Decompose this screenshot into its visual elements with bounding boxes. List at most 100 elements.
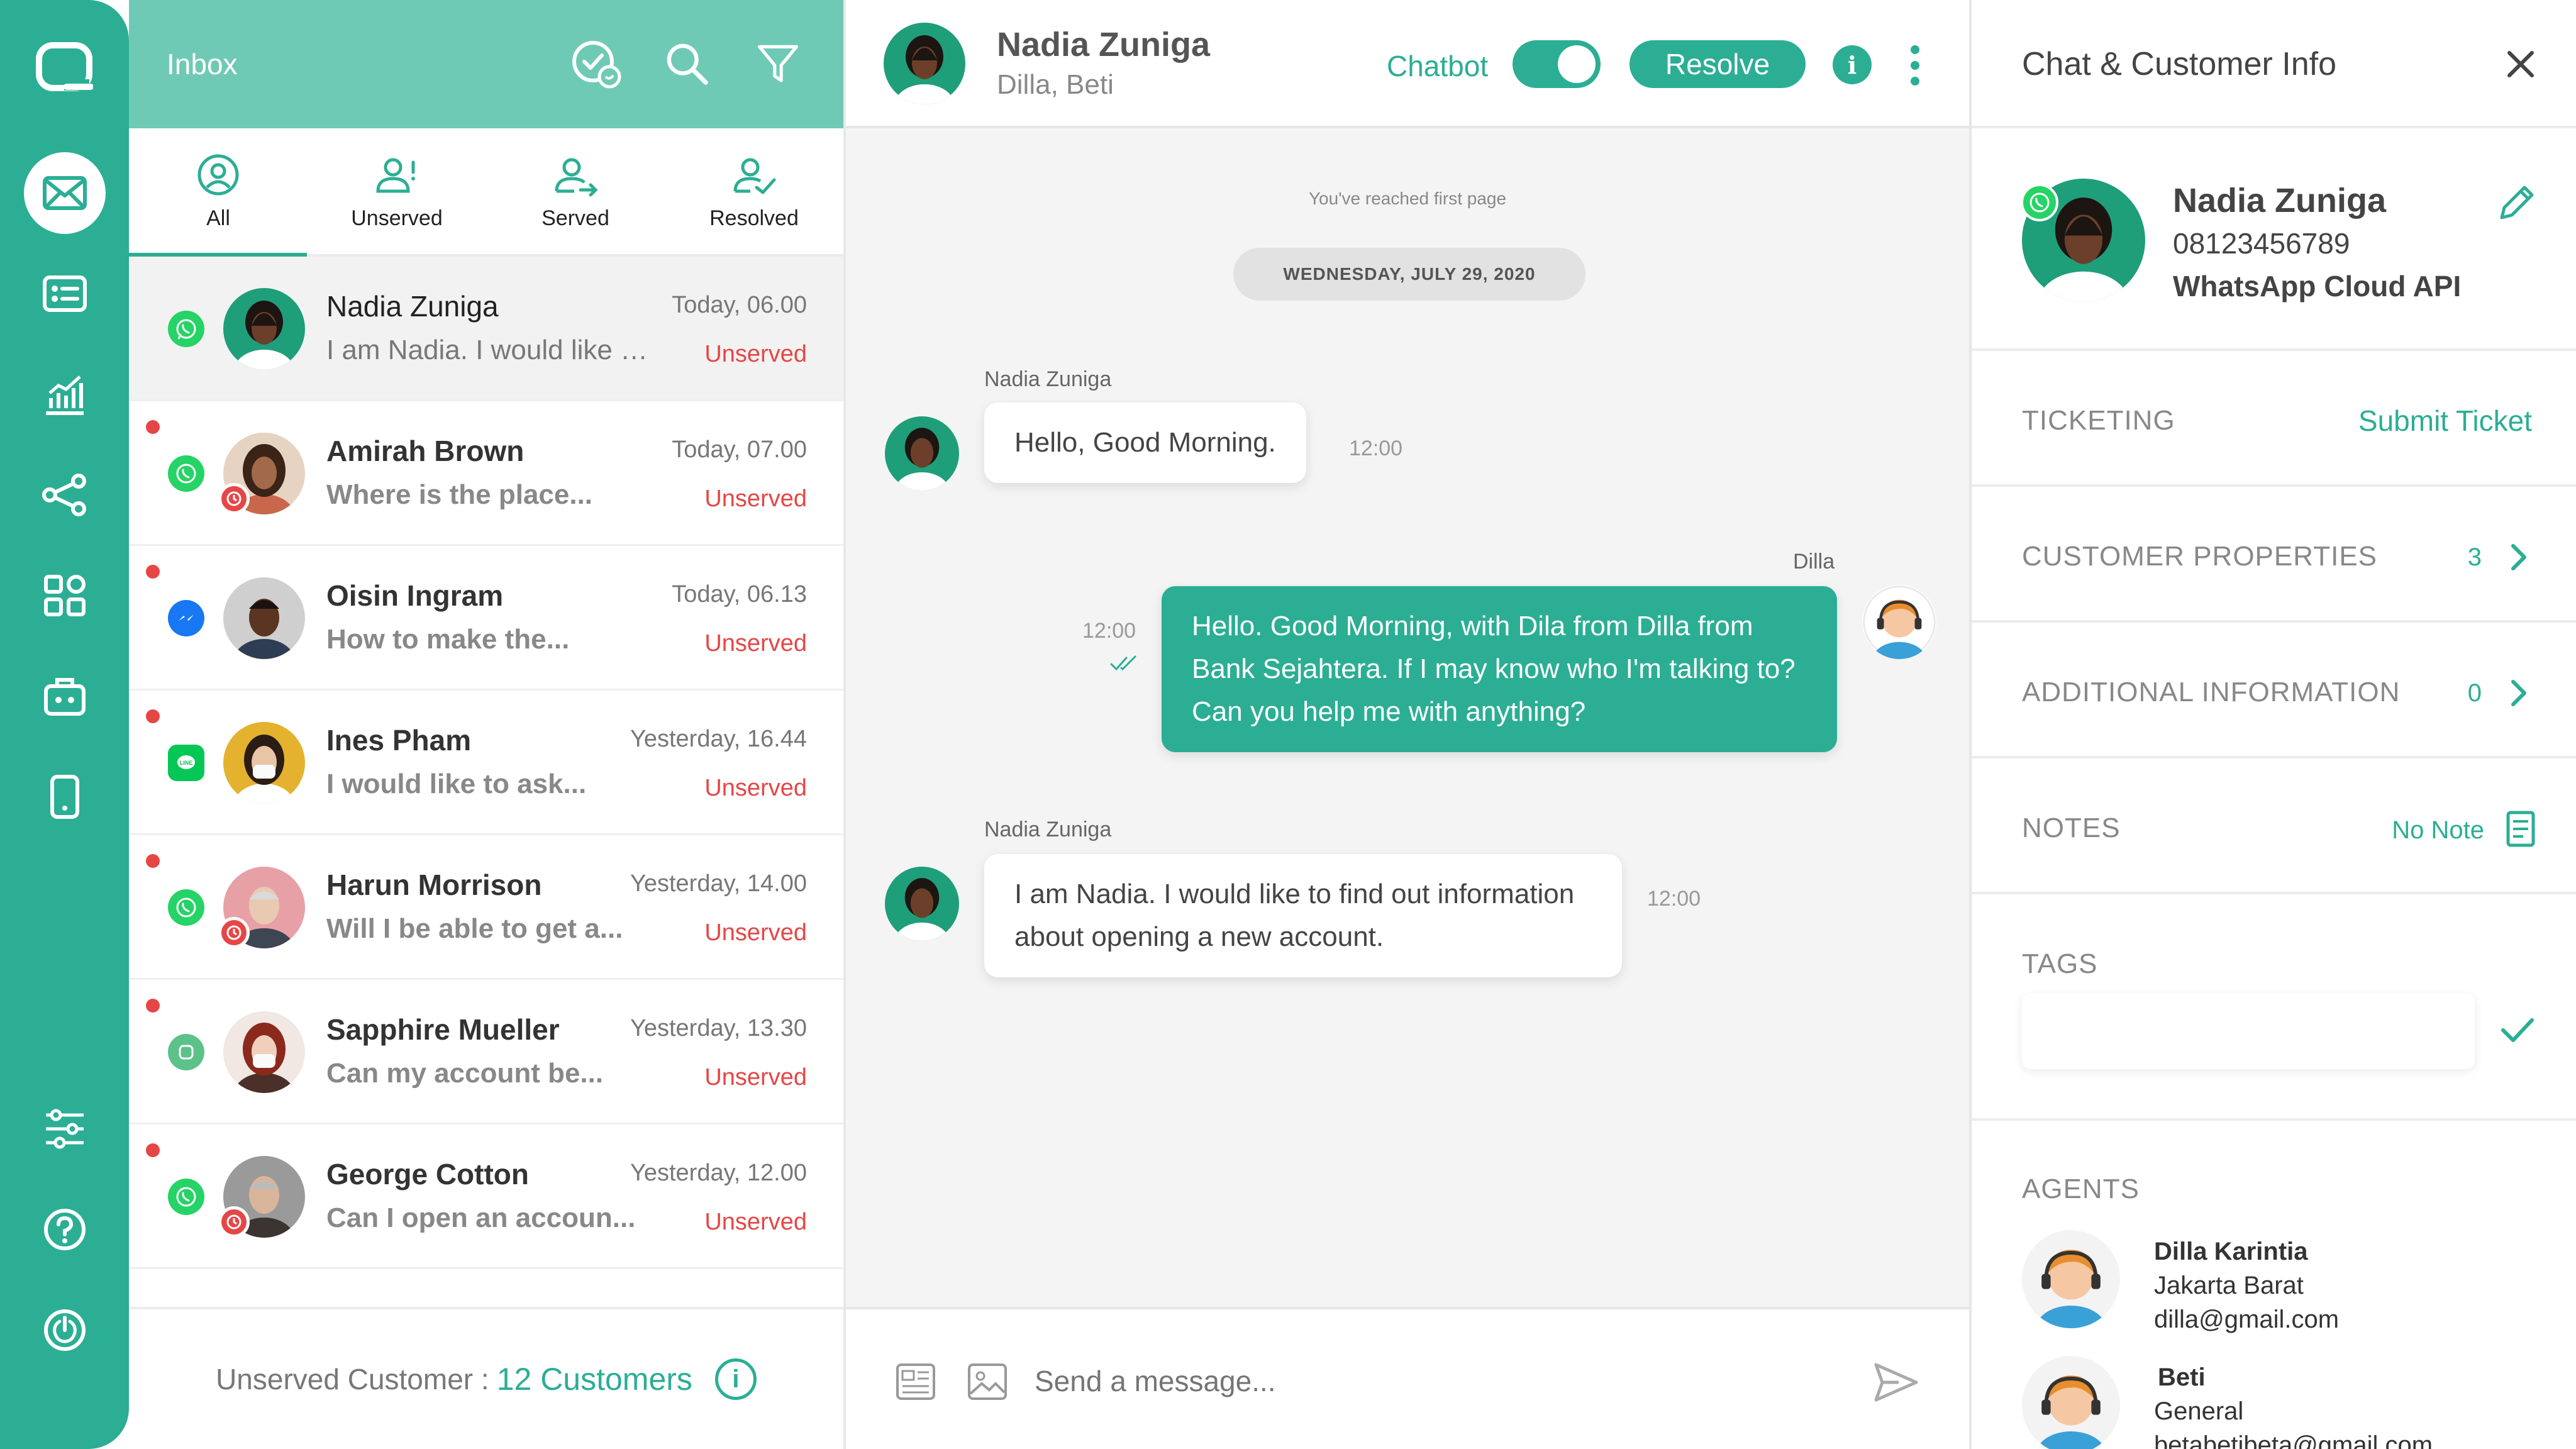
overdue-clock-icon — [218, 483, 250, 514]
message-composer — [846, 1307, 1969, 1449]
search-button[interactable] — [660, 36, 715, 92]
message-time: 12:00 — [1082, 619, 1136, 643]
edit-pencil-icon[interactable] — [2494, 181, 2538, 225]
nav-help[interactable] — [24, 1189, 106, 1270]
status-label: Unserved — [704, 630, 807, 657]
contact-name: George Cotton — [326, 1158, 529, 1191]
additional-info-row[interactable]: ADDITIONAL INFORMATION 0 — [1972, 623, 2576, 758]
message-preview: Can I open an accoun... — [326, 1202, 636, 1233]
nav-inbox[interactable] — [24, 152, 106, 234]
inbox-tabs: All Unserved Served Resolved — [129, 128, 843, 257]
unserved-count[interactable]: 12 Customers — [497, 1361, 692, 1397]
check-icon[interactable] — [2497, 1009, 2538, 1050]
nav-integrations[interactable] — [24, 454, 106, 536]
conversation-item[interactable]: Harun Morrison Yesterday, 14.00 Will I b… — [129, 835, 843, 980]
tab-unserved[interactable]: Unserved — [308, 128, 486, 254]
user-arrow-icon — [555, 158, 598, 196]
tab-label: Resolved — [709, 206, 799, 230]
filter-icon — [758, 45, 798, 82]
message-preview: I would like to ask... — [326, 769, 587, 799]
tags-input[interactable] — [2022, 994, 2475, 1069]
sender-avatar — [885, 416, 959, 491]
conversation-item[interactable]: Oisin Ingram Today, 06.13 How to make th… — [129, 546, 843, 691]
logo-icon[interactable] — [35, 42, 94, 94]
resolve-button[interactable]: Resolve — [1629, 40, 1806, 88]
nav-bot[interactable] — [24, 655, 106, 737]
chatbot-label: Chatbot — [1387, 50, 1489, 82]
agents-label: AGENTS — [2022, 1174, 2140, 1204]
contact-name: Oisin Ingram — [326, 579, 504, 612]
contact-avatar[interactable] — [884, 23, 965, 104]
incoming-message: Hello, Good Morning. — [984, 402, 1306, 483]
search-icon — [667, 43, 708, 85]
whatsapp-icon — [168, 1179, 204, 1215]
tags-row: TAGS — [1972, 894, 2576, 1121]
whatsapp-status-button[interactable] — [569, 36, 625, 92]
conversation-item[interactable]: George Cotton Yesterday, 12.00 Can I ope… — [129, 1124, 843, 1269]
tab-resolved[interactable]: Resolved — [665, 128, 843, 254]
conversation-item[interactable]: Amirah Brown Today, 07.00 Where is the p… — [129, 401, 843, 546]
contact-card-icon — [43, 275, 87, 312]
info-icon[interactable]: i — [714, 1358, 757, 1400]
main-nav-rail — [0, 0, 129, 1449]
image-attach-icon[interactable] — [965, 1360, 1009, 1404]
nav-settings[interactable] — [24, 1088, 106, 1170]
message-preview: How to make the... — [326, 624, 570, 655]
conversation-time: Yesterday, 14.00 — [630, 870, 807, 897]
chatbot-toggle[interactable] — [1513, 40, 1601, 88]
agent-card: Beti General betabetibeta@gmail.com — [2022, 1356, 2563, 1449]
submit-ticket-link[interactable]: Submit Ticket — [2358, 404, 2532, 438]
customer-info-panel: Chat & Customer Info Nadia Zuniga 081234… — [1972, 0, 2576, 1449]
agent-name: Dilla Karintia — [2154, 1238, 2308, 1265]
more-menu-icon[interactable] — [1909, 45, 1921, 86]
inbox-title: Inbox — [167, 48, 238, 80]
customer-properties-label: CUSTOMER PROPERTIES — [2022, 541, 2378, 572]
chevron-right-icon[interactable] — [2503, 540, 2534, 575]
avatar — [223, 288, 305, 370]
message-sender: Nadia Zuniga — [984, 818, 1112, 841]
message-input[interactable] — [1035, 1355, 1789, 1407]
additional-info-label: ADDITIONAL INFORMATION — [2022, 677, 2401, 708]
tab-served[interactable]: Served — [486, 128, 665, 254]
customer-properties-count: 3 — [2467, 543, 2482, 571]
message-sender: Dilla — [1793, 550, 1835, 574]
chevron-right-icon[interactable] — [2503, 675, 2534, 711]
agent-location: General — [2154, 1397, 2244, 1425]
inbox-header: Inbox — [129, 0, 843, 128]
info-icon[interactable]: i — [1833, 45, 1872, 84]
unread-dot — [146, 420, 160, 434]
tab-all[interactable]: All — [129, 128, 308, 254]
message-preview: Will I be able to get a... — [326, 913, 623, 944]
nav-logout[interactable] — [24, 1289, 106, 1371]
nav-analytics[interactable] — [24, 353, 106, 435]
note-document-icon[interactable] — [2503, 809, 2538, 849]
customer-properties-row[interactable]: CUSTOMER PROPERTIES 3 — [1972, 487, 2576, 623]
agent-name: Beti — [2158, 1363, 2206, 1391]
agent-avatar — [2022, 1230, 2120, 1328]
filter-button[interactable] — [750, 36, 806, 92]
agent-card: Dilla Karintia Jakarta Barat dilla@gmail… — [2022, 1230, 2563, 1337]
nav-mobile[interactable] — [24, 756, 106, 838]
agent-email: betabetibeta@gmail.com — [2154, 1431, 2433, 1449]
template-icon[interactable] — [894, 1360, 938, 1404]
send-icon[interactable] — [1871, 1357, 1921, 1407]
notes-label: NOTES — [2022, 813, 2121, 843]
contact-name: Amirah Brown — [326, 435, 525, 467]
conversation-item[interactable]: Nadia Zuniga Today, 06.00 I am Nadia. I … — [129, 257, 843, 401]
bot-icon — [44, 678, 86, 716]
user-alert-icon — [376, 158, 415, 192]
nav-apps[interactable] — [24, 555, 106, 636]
contact-name: Ines Pham — [326, 724, 472, 757]
customer-profile: Nadia Zuniga 08123456789 WhatsApp Cloud … — [1972, 128, 2576, 351]
message-preview: Can my account be... — [326, 1058, 604, 1089]
conversation-item[interactable]: LINE Ines Pham Yesterday, 16.44 I would … — [129, 691, 843, 835]
unread-dot — [146, 854, 160, 868]
conversation-item[interactable]: Sapphire Mueller Yesterday, 13.30 Can my… — [129, 980, 843, 1124]
toggle-knob — [1558, 45, 1596, 83]
whatsapp-icon — [168, 455, 204, 492]
user-circle-icon — [197, 154, 239, 195]
conversation-time: Today, 06.00 — [672, 292, 807, 318]
close-icon[interactable] — [2503, 47, 2538, 82]
nav-contacts[interactable] — [24, 253, 106, 335]
overdue-clock-icon — [218, 1206, 250, 1238]
